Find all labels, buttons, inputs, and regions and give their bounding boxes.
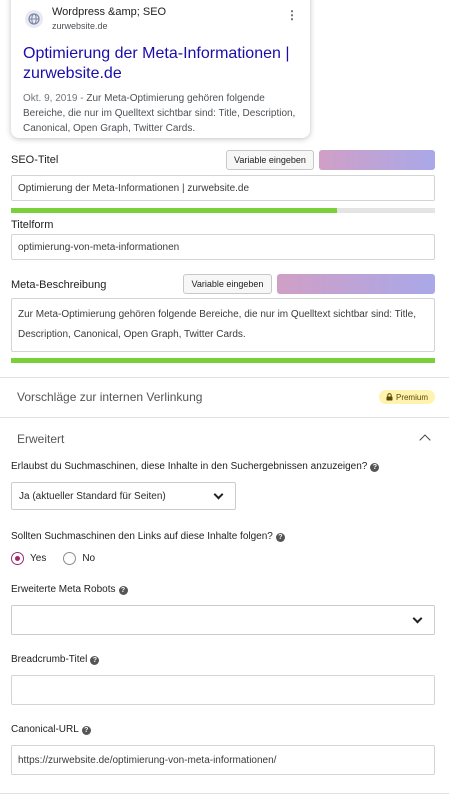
section-divider bbox=[0, 417, 449, 418]
internal-links-title[interactable]: Vorschläge zur internen Verlinkung bbox=[17, 390, 202, 404]
premium-badge-label: Premium bbox=[395, 392, 428, 402]
breadcrumb-title-text: Breadcrumb-Titel bbox=[11, 654, 88, 665]
seo-title-length-progress bbox=[11, 208, 435, 213]
follow-yes-label[interactable]: Yes bbox=[30, 553, 46, 564]
preview-description: Okt. 9, 2019 - Zur Meta-Optimierung gehö… bbox=[23, 91, 298, 136]
advanced-section-title[interactable]: Erweitert bbox=[17, 432, 64, 446]
preview-header: Wordpress &amp; SEO zurwebsite.de ⋮ bbox=[23, 4, 298, 36]
slug-input[interactable]: optimierung-von-meta-informationen bbox=[11, 234, 435, 260]
follow-no-label[interactable]: No bbox=[82, 553, 95, 564]
seo-title-insert-variable-button[interactable]: Variable eingeben bbox=[226, 150, 314, 170]
meta-description-textarea[interactable]: Zur Meta-Optimierung gehören folgende Be… bbox=[11, 298, 435, 352]
preview-title[interactable]: Optimierung der Meta-Informationen | zur… bbox=[23, 44, 298, 84]
chevron-up-icon[interactable] bbox=[419, 434, 431, 446]
follow-question-text: Sollten Suchmaschinen den Links auf dies… bbox=[11, 531, 273, 542]
meta-description-length-progress bbox=[11, 358, 435, 363]
follow-yes-radio[interactable] bbox=[11, 551, 24, 565]
help-circle-icon[interactable]: ? bbox=[90, 656, 100, 665]
help-circle-icon[interactable]: ? bbox=[370, 463, 380, 472]
preview-site-url: zurwebsite.de bbox=[52, 21, 108, 31]
meta-description-label: Meta-Beschreibung bbox=[11, 279, 107, 291]
help-circle-icon[interactable]: ? bbox=[275, 533, 285, 542]
breadcrumb-title-input[interactable] bbox=[11, 675, 435, 705]
seo-title-snippet-bar bbox=[319, 150, 435, 170]
preview-date: Okt. 9, 2019 bbox=[23, 93, 78, 104]
globe-icon bbox=[25, 10, 43, 28]
more-vertical-icon[interactable]: ⋮ bbox=[286, 8, 298, 22]
follow-no-radio[interactable] bbox=[63, 551, 77, 565]
seo-title-progress-fill bbox=[11, 208, 338, 213]
index-select[interactable]: Ja (aktueller Standard für Seiten) bbox=[11, 482, 236, 510]
meta-description-snippet-bar bbox=[277, 274, 435, 294]
index-question-text: Erlaubst du Suchmaschinen, diese Inhalte… bbox=[11, 461, 368, 472]
follow-radio-group: Yes No bbox=[11, 551, 95, 565]
chevron-down-icon bbox=[213, 489, 224, 500]
canonical-url-input[interactable]: https://zurwebsite.de/optimierung-von-me… bbox=[11, 745, 435, 775]
canonical-url-label: Canonical-URL? bbox=[11, 724, 91, 735]
help-circle-icon[interactable]: ? bbox=[81, 726, 91, 735]
help-circle-icon[interactable]: ? bbox=[118, 586, 128, 595]
chevron-down-icon bbox=[412, 613, 423, 624]
follow-question-label: Sollten Suchmaschinen den Links auf dies… bbox=[11, 531, 285, 542]
lock-icon bbox=[386, 393, 393, 401]
breadcrumb-title-label: Breadcrumb-Titel? bbox=[11, 654, 100, 665]
canonical-url-text: Canonical-URL bbox=[11, 724, 79, 735]
premium-badge: Premium bbox=[379, 390, 435, 404]
index-question-label: Erlaubst du Suchmaschinen, diese Inhalte… bbox=[11, 461, 380, 472]
section-divider bbox=[0, 377, 449, 378]
meta-robots-label: Erweiterte Meta Robots? bbox=[11, 584, 128, 595]
meta-robots-select[interactable] bbox=[11, 605, 435, 635]
seo-title-input[interactable]: Optimierung der Meta-Informationen | zur… bbox=[11, 175, 435, 201]
preview-site-name: Wordpress &amp; SEO bbox=[52, 6, 167, 18]
meta-description-insert-variable-button[interactable]: Variable eingeben bbox=[183, 274, 272, 294]
index-select-value: Ja (aktueller Standard für Seiten) bbox=[19, 490, 166, 502]
meta-description-progress-fill bbox=[11, 358, 435, 363]
meta-robots-text: Erweiterte Meta Robots bbox=[11, 584, 116, 595]
section-divider bbox=[0, 793, 449, 794]
seo-title-label: SEO-Titel bbox=[11, 154, 59, 166]
slug-label: Titelform bbox=[11, 219, 54, 231]
google-preview-card: Wordpress &amp; SEO zurwebsite.de ⋮ Opti… bbox=[11, 0, 310, 138]
